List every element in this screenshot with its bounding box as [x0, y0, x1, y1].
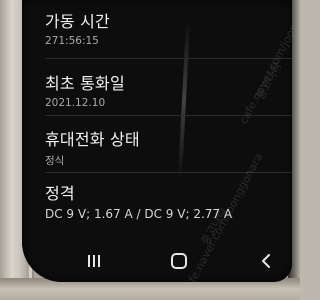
navigation-bar — [22, 245, 292, 275]
photo: 가동 시간 271:56:15 최초 통화일 2021.12.10 휴대전화 상… — [0, 0, 300, 300]
divider — [45, 58, 292, 59]
list-item-label: 휴대전화 상태 — [45, 130, 140, 149]
home-icon[interactable] — [167, 249, 191, 273]
list-item-first-call-date[interactable]: 최초 통화일 2021.12.10 — [45, 70, 125, 109]
list-item-value: DC 9 V; 1.67 A / DC 9 V; 2.77 A — [45, 207, 233, 221]
recents-icon[interactable] — [82, 249, 106, 273]
list-item-value: 정식 — [45, 155, 65, 167]
divider — [45, 115, 292, 116]
list-item-phone-status[interactable]: 휴대전화 상태 정식 — [45, 126, 140, 168]
list-item-uptime[interactable]: 가동 시간 271:56:15 — [45, 8, 110, 47]
phone-screen: 가동 시간 271:56:15 최초 통화일 2021.12.10 휴대전화 상… — [22, 0, 292, 282]
list-item-value: 271:56:15 — [45, 35, 99, 47]
list-item-label: 최초 통화일 — [45, 74, 125, 93]
divider — [45, 172, 292, 173]
list-item-label: 가동 시간 — [45, 12, 110, 31]
back-icon[interactable] — [254, 249, 278, 273]
list-item-label: 정격 — [45, 184, 75, 203]
watermark-text: 중고나라 — [253, 60, 285, 103]
list-item-value: 2021.12.10 — [45, 97, 106, 109]
list-item-rating[interactable]: 정격 DC 9 V; 1.67 A / DC 9 V; 2.77 A — [45, 180, 232, 221]
watermark-text: cafe.naver.com/joonggonara — [237, 0, 292, 127]
